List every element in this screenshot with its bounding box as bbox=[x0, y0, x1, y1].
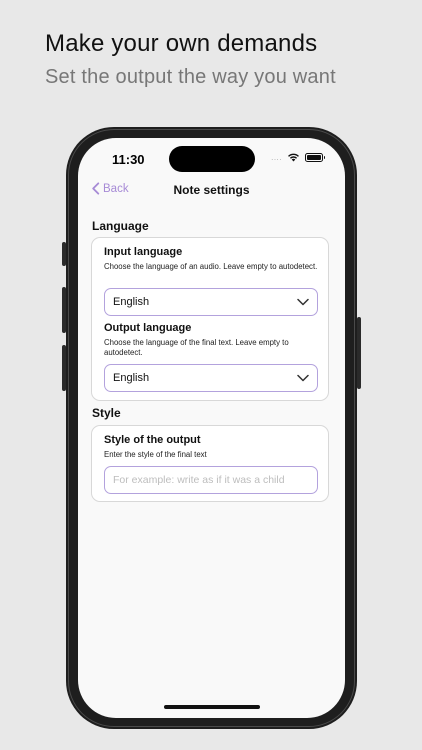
chevron-down-icon bbox=[297, 298, 309, 306]
home-indicator[interactable] bbox=[164, 705, 260, 709]
wifi-icon bbox=[288, 153, 299, 162]
status-icons: .... bbox=[271, 152, 325, 162]
battery-level bbox=[307, 154, 321, 160]
output-style-input[interactable] bbox=[104, 466, 318, 494]
input-language-value: English bbox=[113, 296, 150, 308]
output-language-select[interactable]: English bbox=[104, 364, 318, 392]
output-style-label: Style of the output bbox=[104, 434, 201, 446]
output-language-description: Choose the language of the final text. L… bbox=[104, 338, 289, 357]
language-section-heading: Language bbox=[92, 219, 149, 233]
style-card: Style of the output Enter the style of t… bbox=[91, 425, 329, 502]
volume-up-button bbox=[62, 287, 66, 333]
input-language-label: Input language bbox=[104, 246, 183, 258]
output-language-value: English bbox=[113, 372, 150, 384]
language-card: Input language Choose the language of an… bbox=[91, 237, 329, 401]
promo-subtitle: Set the output the way you want bbox=[45, 66, 336, 88]
output-style-description: Enter the style of the final text bbox=[104, 450, 207, 459]
phone-frame: 11:30 .... Back Note settings Language I… bbox=[62, 127, 361, 729]
mute-switch bbox=[62, 242, 66, 266]
input-language-description: Choose the language of an audio. Leave e… bbox=[104, 262, 318, 271]
phone-screen: 11:30 .... Back Note settings Language I… bbox=[78, 138, 345, 718]
signal-icon: .... bbox=[271, 152, 282, 162]
output-language-label: Output language bbox=[104, 322, 192, 334]
chevron-down-icon bbox=[297, 374, 309, 382]
page-title: Note settings bbox=[173, 183, 250, 197]
style-section-heading: Style bbox=[92, 406, 121, 420]
dynamic-island bbox=[169, 146, 255, 172]
input-language-select[interactable]: English bbox=[104, 288, 318, 316]
power-button bbox=[357, 317, 361, 389]
volume-down-button bbox=[62, 345, 66, 391]
promo-title: Make your own demands bbox=[45, 30, 318, 57]
battery-icon bbox=[305, 152, 325, 162]
status-time: 11:30 bbox=[112, 152, 145, 167]
